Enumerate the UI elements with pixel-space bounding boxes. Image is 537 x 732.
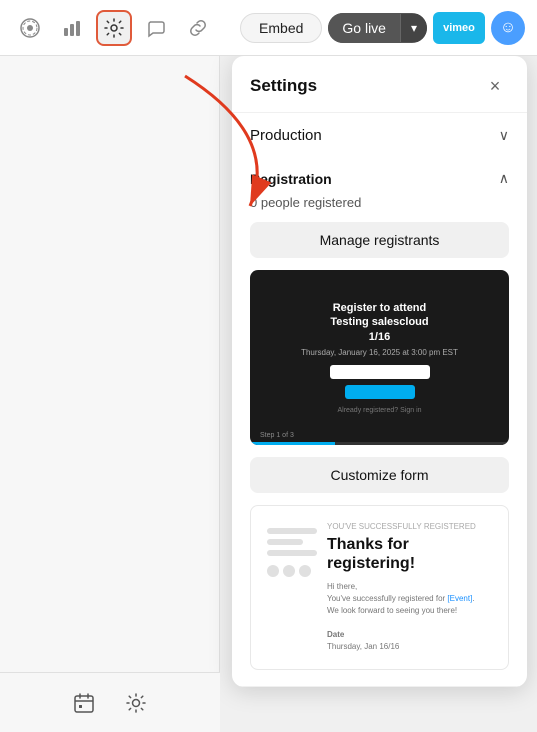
- bottom-gear-icon: [125, 692, 147, 714]
- embed-button[interactable]: Embed: [240, 13, 322, 43]
- registration-form-preview: Register to attendTesting salescloud1/16…: [250, 270, 509, 445]
- calendar-icon: [73, 692, 95, 714]
- placeholder-line-1: [267, 528, 317, 534]
- analytics-icon: [62, 18, 82, 38]
- settings-title: Settings: [250, 76, 317, 96]
- thankyou-link: [Event]: [447, 594, 472, 603]
- production-section: Production ∨ Registration ∧ 0 people reg…: [232, 113, 527, 687]
- thankyou-preview-right: YOU'VE SUCCESSFULLY REGISTERED Thanks fo…: [327, 522, 492, 653]
- manage-registrants-button[interactable]: Manage registrants: [250, 222, 509, 258]
- preview-footer: Already registered? Sign in: [337, 407, 421, 414]
- production-chevron-icon: ∨: [499, 127, 509, 144]
- placeholder-line-3: [267, 550, 317, 556]
- registration-label: Registration: [250, 171, 332, 187]
- close-button[interactable]: ×: [481, 72, 509, 100]
- top-toolbar: Embed Go live ▾ vimeo ☺: [0, 0, 537, 56]
- bottom-settings-icon-btn[interactable]: [118, 685, 154, 721]
- thankyou-heading: Thanks forregistering!: [327, 535, 492, 573]
- preview-title: Register to attendTesting salescloud1/16: [330, 301, 428, 344]
- settings-icon-btn[interactable]: [96, 10, 132, 46]
- registration-chevron-icon: ∧: [499, 170, 509, 187]
- analytics-icon-btn[interactable]: [54, 10, 90, 46]
- placeholder-circle-3: [299, 565, 311, 577]
- preview-email-input: [330, 365, 430, 379]
- bottom-toolbar: [0, 672, 220, 732]
- gear-icon: [104, 18, 124, 38]
- vimeo-logo[interactable]: vimeo: [433, 12, 485, 44]
- step-indicator: Step 1 of 3: [260, 432, 294, 439]
- link-icon-btn[interactable]: [180, 10, 216, 46]
- preview-inner: Register to attendTesting salescloud1/16…: [250, 270, 509, 445]
- calendar-icon-btn[interactable]: [66, 685, 102, 721]
- placeholder-circle-1: [267, 565, 279, 577]
- dashboard-icon: [20, 18, 40, 38]
- left-sidebar: [0, 56, 220, 732]
- thankyou-small-text: YOU'VE SUCCESSFULLY REGISTERED: [327, 522, 492, 531]
- thankyou-body: Hi there, You've successfully registered…: [327, 581, 492, 653]
- profile-avatar-button[interactable]: ☺: [491, 11, 525, 45]
- thankyou-preview-left: [267, 522, 317, 653]
- production-row[interactable]: Production ∨: [232, 113, 527, 158]
- registration-section: Registration ∧ 0 people registered Manag…: [232, 158, 527, 686]
- chat-icon-btn[interactable]: [138, 10, 174, 46]
- preview-submit-btn: [345, 385, 415, 399]
- customize-form-button[interactable]: Customize form: [250, 457, 509, 493]
- progress-bar-fill: [250, 442, 335, 445]
- go-live-button[interactable]: Go live: [328, 13, 400, 43]
- chat-icon: [146, 18, 166, 38]
- placeholder-circle-2: [283, 565, 295, 577]
- settings-panel: Settings × Production ∨ Registration ∧ 0…: [232, 56, 527, 687]
- go-live-group: Go live ▾: [328, 13, 427, 43]
- registration-header[interactable]: Registration ∧: [250, 158, 509, 195]
- smiley-icon: ☺: [500, 19, 516, 37]
- progress-bar: [250, 442, 509, 445]
- link-icon: [188, 18, 208, 38]
- settings-header: Settings ×: [232, 56, 527, 113]
- go-live-chevron-button[interactable]: ▾: [400, 14, 427, 42]
- thankyou-preview: YOU'VE SUCCESSFULLY REGISTERED Thanks fo…: [250, 505, 509, 670]
- people-registered-count: 0 people registered: [250, 195, 509, 210]
- production-label: Production: [250, 127, 322, 144]
- placeholder-circles: [267, 565, 317, 577]
- preview-date: Thursday, January 16, 2025 at 3:00 pm ES…: [301, 348, 458, 357]
- dashboard-icon-btn[interactable]: [12, 10, 48, 46]
- placeholder-line-2: [267, 539, 303, 545]
